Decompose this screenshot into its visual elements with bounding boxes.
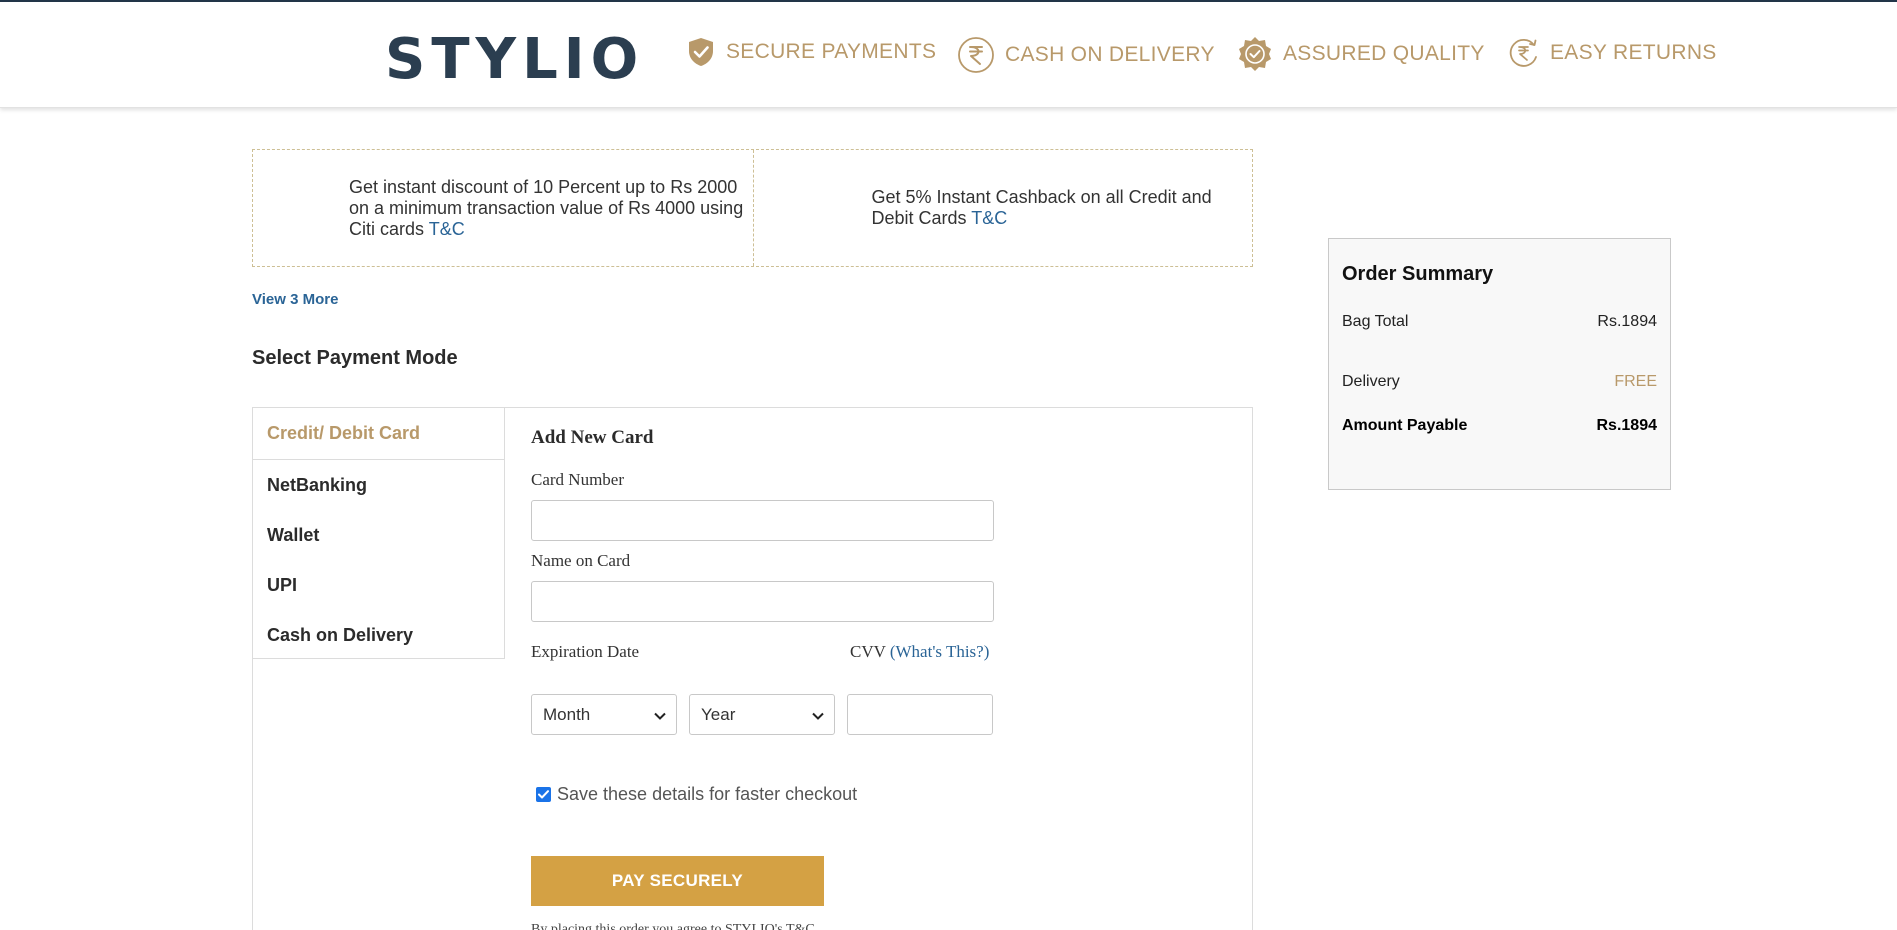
order-summary-title: Order Summary — [1342, 263, 1494, 285]
pay-securely-button[interactable]: PAY SECURELY — [531, 856, 824, 906]
chevron-down-icon — [812, 705, 824, 725]
secure-payments-badge: SECURE PAYMENTS — [686, 36, 936, 68]
stylio-logo[interactable]: STYLIO — [385, 30, 644, 90]
easy-returns-label: EASY RETURNS — [1550, 41, 1717, 64]
delivery-label: Delivery — [1342, 373, 1400, 390]
quality-seal-icon — [1237, 36, 1273, 72]
rupee-return-icon — [1508, 36, 1540, 70]
assured-quality-label: ASSURED QUALITY — [1283, 42, 1485, 65]
terms-agreement-text: By placing this order you agree to STYLI… — [531, 922, 815, 930]
cash-on-delivery-label: CASH ON DELIVERY — [1005, 43, 1215, 66]
add-new-card-heading: Add New Card — [531, 427, 654, 448]
card-number-input[interactable] — [531, 500, 994, 541]
tab-netbanking[interactable]: NetBanking — [253, 460, 504, 510]
save-details-row: Save these details for faster checkout — [536, 784, 857, 805]
order-summary-panel: Order Summary Bag Total Rs.1894 Delivery… — [1328, 238, 1671, 490]
cvv-label: CVV — [850, 642, 886, 661]
name-on-card-label: Name on Card — [531, 551, 631, 570]
secure-payments-label: SECURE PAYMENTS — [726, 40, 937, 63]
cvv-label-group: CVV (What's This?) — [850, 642, 989, 662]
card-number-label: Card Number — [531, 470, 625, 489]
expiry-year-select[interactable]: Year — [689, 694, 835, 735]
tab-cash-on-delivery[interactable]: Cash on Delivery — [253, 610, 504, 660]
tab-upi[interactable]: UPI — [253, 560, 504, 610]
offer-tc-link[interactable]: T&C — [971, 208, 1007, 228]
bag-total-row: Bag Total Rs.1894 — [1342, 313, 1657, 331]
offer-tc-link[interactable]: T&C — [429, 219, 465, 239]
expiry-month-select[interactable]: Month — [531, 694, 677, 735]
cvv-help-link[interactable]: (What's This?) — [890, 642, 990, 661]
assured-quality-badge: ASSURED QUALITY — [1237, 36, 1485, 72]
tab-wallet[interactable]: Wallet — [253, 510, 504, 560]
expiry-year-value: Year — [701, 704, 736, 724]
site-header: STYLIO SECURE PAYMENTS CASH ON DELIVERY — [0, 2, 1897, 108]
rupee-coin-icon — [957, 36, 995, 74]
bag-total-value: Rs.1894 — [1597, 313, 1657, 330]
offer-citi-discount: Get instant discount of 10 Percent up to… — [253, 150, 753, 266]
chevron-down-icon — [654, 705, 666, 725]
save-details-label[interactable]: Save these details for faster checkout — [557, 784, 857, 805]
amount-payable-value: Rs.1894 — [1596, 417, 1658, 434]
save-details-checkbox[interactable] — [536, 787, 551, 802]
bank-offers-panel: Get instant discount of 10 Percent up to… — [252, 149, 1253, 267]
select-payment-mode-heading: Select Payment Mode — [252, 347, 458, 369]
expiry-month-value: Month — [543, 704, 591, 724]
offer-text: Get instant discount of 10 Percent up to… — [349, 177, 744, 239]
cash-on-delivery-badge: CASH ON DELIVERY — [957, 36, 1215, 74]
easy-returns-badge: EASY RETURNS — [1508, 36, 1717, 70]
payment-mode-list: Credit/ Debit Card NetBanking Wallet UPI… — [252, 407, 505, 659]
tab-credit-debit-card[interactable]: Credit/ Debit Card — [253, 408, 504, 460]
name-on-card-input[interactable] — [531, 581, 994, 622]
shield-check-icon — [686, 36, 716, 68]
expiration-date-label: Expiration Date — [531, 642, 640, 661]
delivery-row: Delivery FREE — [1342, 373, 1657, 391]
cvv-input[interactable] — [847, 694, 993, 735]
offer-text: Get 5% Instant Cashback on all Credit an… — [871, 187, 1212, 228]
delivery-value: FREE — [1614, 373, 1657, 390]
bag-total-label: Bag Total — [1342, 313, 1409, 330]
amount-payable-label: Amount Payable — [1342, 417, 1468, 434]
offer-cashback: Get 5% Instant Cashback on all Credit an… — [752, 150, 1253, 266]
amount-payable-row: Amount Payable Rs.1894 — [1342, 417, 1657, 435]
view-more-offers-link[interactable]: View 3 More — [252, 291, 338, 308]
